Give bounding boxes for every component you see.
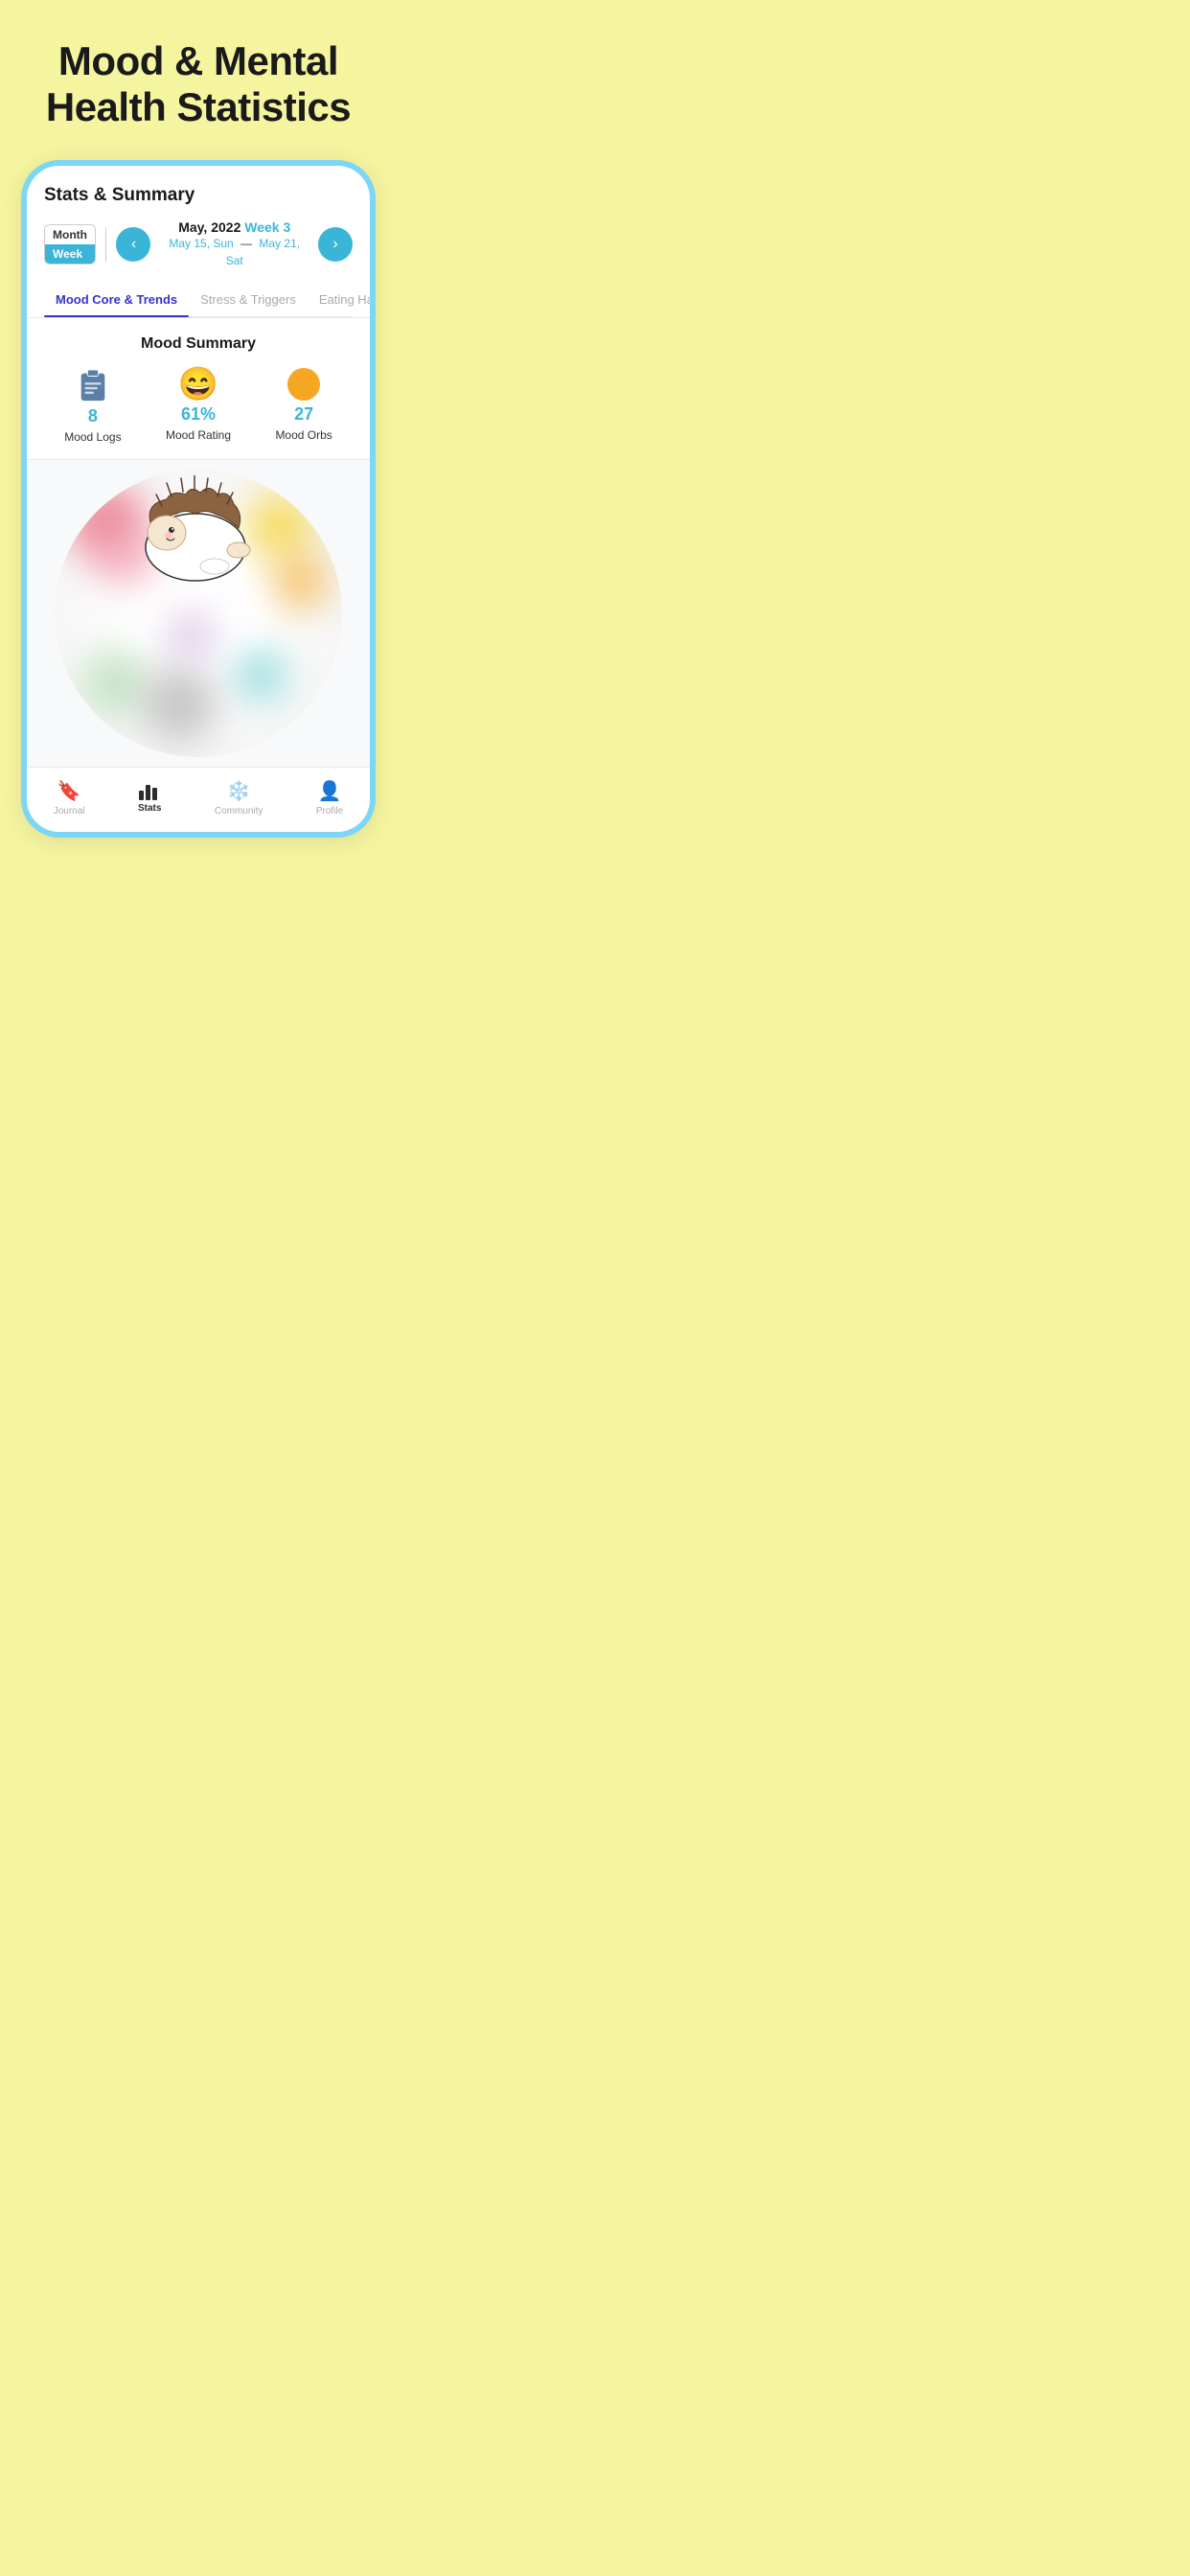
lavender-orb xyxy=(170,613,213,656)
mood-orbs-label: Mood Orbs xyxy=(275,428,332,442)
mood-summary-title: Mood Summary xyxy=(42,335,355,353)
bar3 xyxy=(152,788,157,800)
stats-header: Stats & Summary Month Week ‹ May, 2022 W… xyxy=(27,166,370,318)
week-toggle[interactable]: Week xyxy=(45,244,95,264)
date-navigation: Month Week ‹ May, 2022 Week 3 May 15, Su… xyxy=(44,219,353,269)
tab-bar: Mood Core & Trends Stress & Triggers Eat… xyxy=(44,283,353,317)
tab-stress[interactable]: Stress & Triggers xyxy=(189,283,308,316)
week-label: Week 3 xyxy=(244,219,290,235)
hedgehog-character xyxy=(114,475,267,590)
mood-rating-stat: 😄 61% Mood Rating xyxy=(166,368,231,442)
community-icon: ❄️ xyxy=(227,779,251,803)
gray-orb xyxy=(141,666,217,743)
nav-stats[interactable]: Stats xyxy=(138,781,161,814)
month-toggle[interactable]: Month xyxy=(45,225,95,244)
smiley-icon: 😄 xyxy=(178,368,218,401)
summary-stats: 8 Mood Logs 😄 61% Mood Rating 27 Mood Or… xyxy=(42,368,355,444)
green-orb xyxy=(83,652,146,714)
nav-community[interactable]: ❄️ Community xyxy=(215,779,263,816)
stats-icon xyxy=(139,781,160,800)
nav-journal[interactable]: 🔖 Journal xyxy=(54,779,85,816)
phone-shell: Stats & Summary Month Week ‹ May, 2022 W… xyxy=(21,160,376,838)
community-label: Community xyxy=(215,806,263,816)
bar1 xyxy=(139,791,144,800)
month-year: May, 2022 Week 3 xyxy=(160,219,309,235)
stats-label: Stats xyxy=(138,803,161,814)
mood-summary-section: Mood Summary 8 Mood Logs 😄 xyxy=(27,318,370,460)
orb-visualization xyxy=(27,460,370,767)
period-toggle[interactable]: Month Week xyxy=(44,224,96,264)
profile-label: Profile xyxy=(316,806,343,816)
date-range: May, 2022 Week 3 May 15, Sun — May 21, S… xyxy=(160,219,309,269)
mood-logs-stat: 8 Mood Logs xyxy=(64,368,121,444)
mood-rating-label: Mood Rating xyxy=(166,428,231,442)
next-week-button[interactable]: › xyxy=(318,227,353,262)
orb-icon xyxy=(287,368,320,401)
mood-orbs-value: 27 xyxy=(294,404,313,425)
hero-title: Mood & Mental Health Statistics xyxy=(0,0,397,160)
teal-orb xyxy=(237,652,285,700)
page-title: Stats & Summary xyxy=(44,185,353,206)
orb-circle xyxy=(55,470,342,757)
journal-label: Journal xyxy=(54,806,85,816)
divider xyxy=(105,227,107,262)
prev-week-button[interactable]: ‹ xyxy=(116,227,150,262)
mood-logs-value: 8 xyxy=(88,406,98,426)
orange-orb xyxy=(275,556,328,609)
tab-eating[interactable]: Eating Habits xyxy=(308,283,376,316)
mood-rating-value: 61% xyxy=(181,404,216,425)
journal-icon: 🔖 xyxy=(57,779,81,803)
date-sub: May 15, Sun — May 21, Sat xyxy=(169,237,300,267)
clipboard-icon xyxy=(78,368,108,402)
profile-icon: 👤 xyxy=(318,779,342,803)
bar2 xyxy=(146,785,150,800)
nav-profile[interactable]: 👤 Profile xyxy=(316,779,343,816)
bottom-navigation: 🔖 Journal Stats ❄️ Community 👤 Profile xyxy=(27,767,370,832)
tab-mood-core[interactable]: Mood Core & Trends xyxy=(44,283,189,316)
mood-logs-label: Mood Logs xyxy=(64,430,121,444)
mood-orbs-stat: 27 Mood Orbs xyxy=(275,368,332,442)
